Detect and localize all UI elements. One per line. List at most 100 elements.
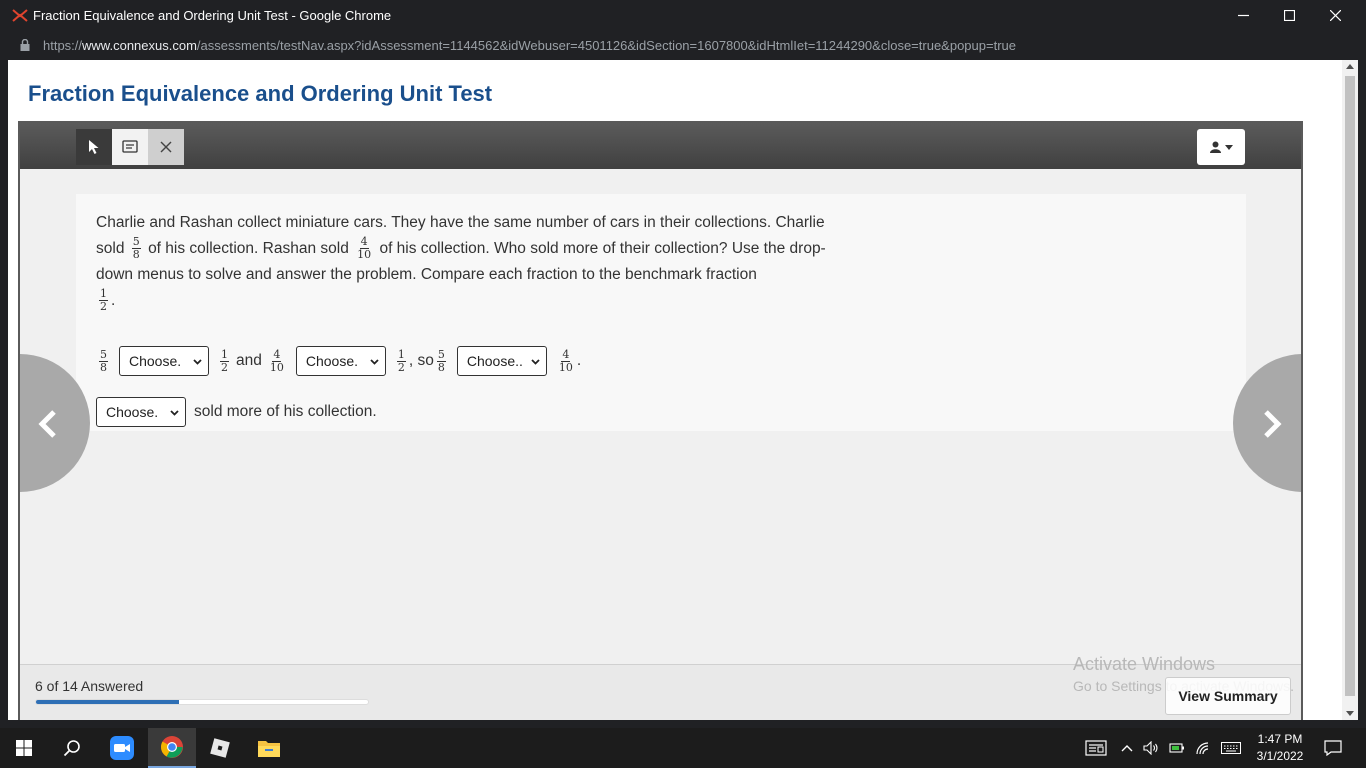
- scroll-down-icon[interactable]: [1346, 711, 1354, 716]
- url-prefix: https://: [43, 38, 83, 53]
- url-path: /assessments/testNav.aspx?idAssessment=1…: [196, 38, 1016, 53]
- chevron-left-icon: [38, 410, 56, 438]
- maximize-button[interactable]: [1266, 0, 1312, 31]
- close-icon: [1329, 10, 1341, 21]
- so-text: , so: [408, 352, 434, 369]
- chevron-down-icon: [370, 358, 379, 365]
- fraction-benchmark: 12: [99, 288, 108, 313]
- question-part2: of his collection. Rashan sold: [148, 240, 349, 257]
- vertical-scrollbar[interactable]: [1342, 60, 1358, 720]
- user-menu-button[interactable]: [1197, 129, 1245, 165]
- test-toolbar: [20, 123, 1301, 169]
- connexus-logo-icon: [12, 9, 28, 22]
- close-window-button[interactable]: [1312, 0, 1358, 31]
- news-widget-icon[interactable]: [1085, 740, 1107, 756]
- activate-windows-title: Activate Windows: [1073, 654, 1216, 674]
- view-summary-button[interactable]: View Summary: [1165, 677, 1291, 715]
- eliminator-tool-button[interactable]: [148, 129, 184, 165]
- fraction-4-10: 4 10: [558, 348, 574, 374]
- notification-icon: [1324, 740, 1342, 756]
- question-card: Charlie and Rashan collect miniature car…: [76, 194, 1246, 431]
- search-icon: [63, 740, 80, 757]
- question-area: Charlie and Rashan collect miniature car…: [20, 169, 1301, 664]
- fraction-numerator: 1: [396, 347, 406, 362]
- zoom-icon: [110, 736, 134, 760]
- system-tray: [1085, 728, 1241, 768]
- compare-select-2[interactable]: Choose.: [295, 346, 386, 376]
- lock-icon: [20, 39, 30, 51]
- chevron-down-icon: [531, 358, 540, 365]
- fraction-1-2: 12: [396, 347, 406, 374]
- row-period: .: [576, 352, 582, 369]
- and-text: and: [236, 352, 262, 369]
- fraction-denominator: 8: [132, 248, 140, 262]
- fraction-numerator: 5: [436, 347, 446, 362]
- fraction-denominator: 10: [269, 360, 284, 374]
- minimize-button[interactable]: [1220, 0, 1266, 31]
- question-period: .: [111, 292, 116, 309]
- select-value: Choose.: [305, 353, 359, 369]
- roblox-app-button[interactable]: [196, 728, 244, 768]
- notes-tool-button[interactable]: [112, 129, 148, 165]
- page-viewport: Fraction Equivalence and Ordering Unit T…: [8, 60, 1358, 720]
- start-button[interactable]: [0, 728, 48, 768]
- select-value: Choose.: [129, 353, 182, 369]
- chrome-app-button[interactable]: [148, 728, 196, 768]
- fraction-numerator: 5: [99, 347, 108, 362]
- test-frame: Charlie and Rashan collect miniature car…: [18, 121, 1303, 720]
- select-value: Choose.: [106, 404, 159, 420]
- keyboard-icon[interactable]: [1221, 742, 1241, 754]
- caret-down-icon: [1224, 144, 1233, 150]
- fraction-charlie: 58: [131, 236, 141, 262]
- fraction-4-10: 4 10: [269, 347, 285, 374]
- x-icon: [160, 141, 172, 153]
- select-value: Choose..: [466, 353, 523, 369]
- battery-charging-icon[interactable]: [1169, 741, 1185, 755]
- search-button[interactable]: [48, 728, 96, 768]
- system-clock[interactable]: 1:47 PM 3/1/2022: [1252, 731, 1308, 765]
- progress-bar: [35, 699, 369, 705]
- question-text: Charlie and Rashan collect miniature car…: [96, 210, 856, 314]
- address-bar[interactable]: https://www.connexus.com/assessments/tes…: [0, 31, 1366, 60]
- compare-select-1[interactable]: Choose.: [119, 346, 209, 376]
- url-domain: www.connexus.com: [82, 38, 197, 53]
- window-title: Fraction Equivalence and Ordering Unit T…: [33, 8, 392, 23]
- chrome-icon: [161, 736, 183, 758]
- notifications-button[interactable]: [1310, 728, 1356, 768]
- fraction-denominator: 10: [357, 248, 372, 262]
- progress-fill: [36, 700, 179, 704]
- chevron-down-icon: [170, 409, 179, 416]
- fraction-numerator: 1: [220, 347, 229, 362]
- fraction-rashan: 4 10: [356, 236, 372, 261]
- chevron-down-icon: [193, 358, 202, 365]
- folder-icon: [258, 741, 280, 757]
- fraction-denominator: 2: [221, 360, 228, 374]
- windows-logo-icon: [16, 740, 32, 756]
- fraction-1-2: 12: [220, 347, 229, 374]
- zoom-app-button[interactable]: [98, 728, 146, 768]
- chevron-right-icon: [1264, 410, 1282, 438]
- fraction-denominator: 10: [558, 360, 573, 374]
- browser-title-bar: Fraction Equivalence and Ordering Unit T…: [0, 0, 1366, 31]
- scroll-up-icon[interactable]: [1346, 64, 1354, 69]
- answer-row: Choose. sold more of his collection.: [96, 397, 377, 427]
- page-title: Fraction Equivalence and Ordering Unit T…: [28, 81, 493, 106]
- volume-icon[interactable]: [1143, 741, 1159, 755]
- fraction-numerator: 4: [272, 347, 282, 362]
- roblox-icon: [210, 738, 230, 758]
- pointer-tool-button[interactable]: [76, 129, 112, 165]
- answered-count: 6 of 14 Answered: [35, 678, 144, 694]
- chevron-up-icon[interactable]: [1121, 744, 1133, 752]
- scroll-thumb[interactable]: [1345, 76, 1355, 696]
- answer-select[interactable]: Choose.: [96, 397, 186, 427]
- wifi-icon[interactable]: [1195, 741, 1211, 755]
- fraction-5-8: 58: [99, 347, 108, 374]
- user-icon: [1209, 141, 1221, 153]
- compare-select-3[interactable]: Choose..: [456, 346, 547, 376]
- fraction-denominator: 2: [100, 300, 107, 314]
- fraction-denominator: 8: [100, 360, 107, 374]
- cursor-icon: [89, 140, 99, 154]
- file-explorer-button[interactable]: [245, 728, 293, 768]
- note-icon: [122, 140, 138, 153]
- clock-date: 3/1/2022: [1256, 749, 1304, 763]
